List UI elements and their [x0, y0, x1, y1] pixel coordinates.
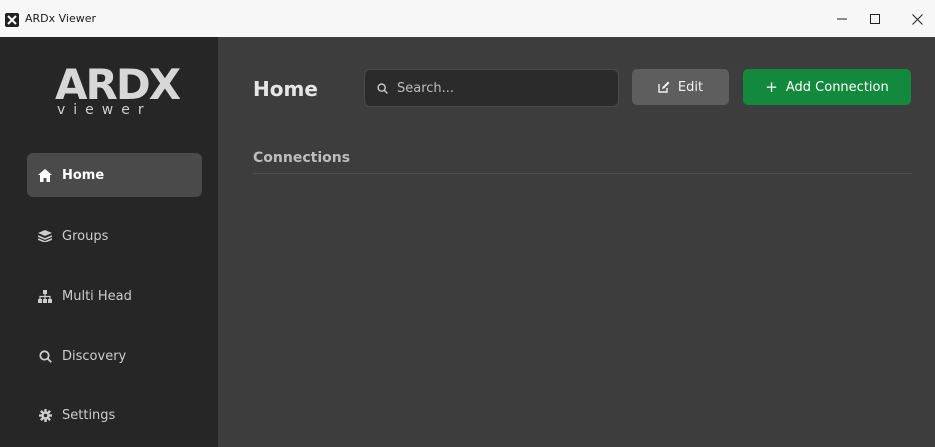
minimize-button[interactable]: [828, 9, 856, 29]
title-bar: ARDx Viewer: [0, 0, 935, 37]
connections-heading: Connections: [253, 150, 351, 166]
gear-icon: [38, 408, 52, 422]
sidebar-item-multi-head[interactable]: Multi Head: [27, 274, 202, 318]
sidebar-item-label: Settings: [62, 407, 116, 423]
main-content: Home Edit + Add Connection Connections: [218, 37, 935, 447]
sidebar-item-label: Multi Head: [62, 288, 132, 304]
search-icon: [38, 349, 52, 363]
section-divider: [253, 173, 912, 174]
app-window: ARDx Viewer ARDX viewer Home Groups Mult…: [0, 0, 935, 447]
sidebar-item-home[interactable]: Home: [27, 153, 202, 197]
close-button[interactable]: [903, 9, 931, 29]
sidebar-item-discovery[interactable]: Discovery: [27, 334, 202, 378]
sitemap-icon: [38, 289, 52, 303]
logo-wordmark: ARDX: [55, 60, 181, 109]
sidebar-item-label: Home: [62, 167, 105, 183]
edit-button[interactable]: Edit: [632, 69, 729, 105]
ardx-logo: ARDX viewer: [55, 64, 181, 129]
sidebar-item-label: Discovery: [62, 348, 127, 364]
page-title: Home: [253, 77, 318, 101]
app-icon: [5, 13, 19, 27]
layers-icon: [38, 229, 52, 243]
search-box[interactable]: [364, 69, 619, 107]
search-icon: [377, 82, 388, 94]
plus-icon: +: [765, 78, 778, 96]
logo-subtitle: viewer: [57, 102, 152, 118]
search-input[interactable]: [395, 79, 599, 97]
sidebar: ARDX viewer Home Groups Multi Head Disco…: [0, 37, 218, 447]
home-icon: [38, 168, 52, 182]
sidebar-item-groups[interactable]: Groups: [27, 214, 202, 258]
sidebar-item-settings[interactable]: Settings: [27, 393, 202, 437]
sidebar-item-label: Groups: [62, 228, 109, 244]
maximize-button[interactable]: [861, 9, 889, 29]
edit-button-label: Edit: [677, 79, 704, 95]
add-connection-label: Add Connection: [785, 79, 889, 95]
add-connection-button[interactable]: + Add Connection: [743, 69, 911, 105]
window-title: ARDx Viewer: [25, 12, 97, 25]
edit-icon: [658, 81, 670, 93]
